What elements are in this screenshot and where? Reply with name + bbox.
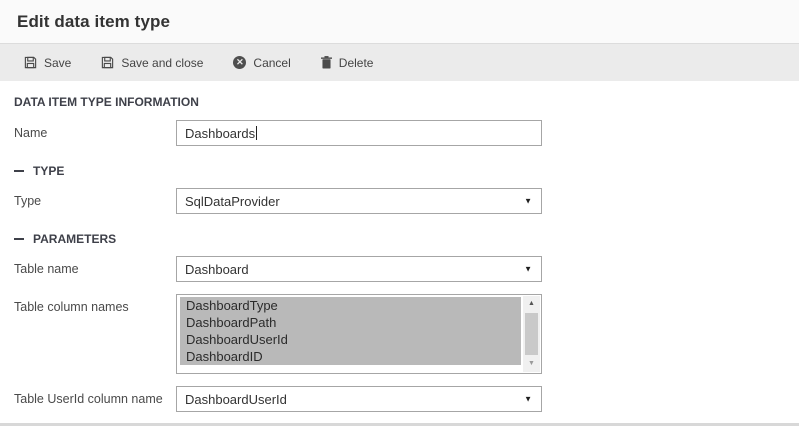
section-title-info: DATA ITEM TYPE INFORMATION (14, 95, 799, 109)
save-button[interactable]: Save (24, 56, 71, 70)
table-userid-row: Table UserId column name DashboardUserId… (14, 386, 799, 412)
listbox-option[interactable]: DashboardType (180, 297, 521, 314)
table-name-label: Table name (14, 256, 176, 282)
save-and-close-button[interactable]: Save and close (101, 56, 203, 70)
chevron-down-icon: ▼ (524, 265, 532, 274)
type-select[interactable]: SqlDataProvider ▼ (176, 188, 542, 214)
edit-data-item-type-panel: Edit data item type Save Save and cl (0, 0, 799, 426)
cancel-button[interactable]: ✕ Cancel (233, 56, 290, 70)
save-and-close-button-label: Save and close (121, 56, 203, 70)
collapse-icon[interactable] (14, 170, 24, 172)
listbox-option[interactable]: DashboardPath (180, 314, 521, 331)
table-name-select-value: Dashboard (185, 262, 249, 277)
save-icon (24, 56, 37, 69)
table-userid-select[interactable]: DashboardUserId ▼ (176, 386, 542, 412)
save-button-label: Save (44, 56, 71, 70)
scroll-down-icon[interactable]: ▼ (523, 357, 540, 371)
page-header: Edit data item type (0, 0, 799, 44)
table-userid-label: Table UserId column name (14, 386, 176, 412)
scrollbar-thumb[interactable] (525, 313, 538, 355)
page-title: Edit data item type (17, 12, 170, 32)
table-columns-label: Table column names (14, 294, 176, 374)
scroll-up-icon[interactable]: ▲ (523, 297, 540, 311)
save-and-close-icon (101, 56, 114, 69)
table-userid-select-value: DashboardUserId (185, 392, 287, 407)
type-label: Type (14, 188, 176, 214)
section-title-type: TYPE (33, 164, 64, 178)
delete-button-label: Delete (339, 56, 374, 70)
name-label: Name (14, 120, 176, 146)
collapse-icon[interactable] (14, 238, 24, 240)
table-columns-row: Table column names DashboardType Dashboa… (14, 294, 799, 374)
table-name-row: Table name Dashboard ▼ (14, 256, 799, 282)
listbox-option[interactable]: DashboardUserId (180, 331, 521, 348)
name-input[interactable]: Dashboards (176, 120, 542, 146)
cancel-button-label: Cancel (253, 56, 290, 70)
listbox-option[interactable]: DashboardID (180, 348, 521, 365)
text-caret (256, 126, 257, 140)
toolbar: Save Save and close ✕ Cancel (0, 44, 799, 81)
scrollbar[interactable]: ▲ ▼ (523, 296, 540, 372)
name-row: Name Dashboards (14, 120, 799, 146)
section-header-parameters: PARAMETERS (14, 232, 799, 246)
section-header-type: TYPE (14, 164, 799, 178)
type-row: Type SqlDataProvider ▼ (14, 188, 799, 214)
chevron-down-icon: ▼ (524, 197, 532, 206)
chevron-down-icon: ▼ (524, 395, 532, 404)
table-name-select[interactable]: Dashboard ▼ (176, 256, 542, 282)
name-input-value: Dashboards (185, 126, 255, 141)
section-title-parameters: PARAMETERS (33, 232, 116, 246)
form-content: DATA ITEM TYPE INFORMATION Name Dashboar… (0, 81, 799, 412)
type-select-value: SqlDataProvider (185, 194, 280, 209)
delete-button[interactable]: Delete (321, 56, 374, 70)
delete-icon (321, 56, 332, 69)
cancel-icon: ✕ (233, 56, 246, 69)
table-columns-listbox[interactable]: DashboardType DashboardPath DashboardUse… (176, 294, 542, 374)
